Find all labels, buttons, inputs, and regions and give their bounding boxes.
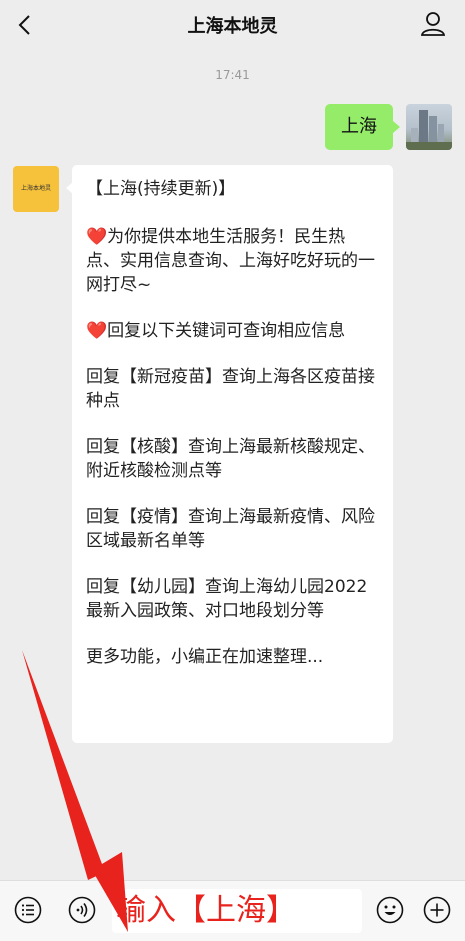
heart-icon: ❤️ xyxy=(86,321,108,341)
bot-avatar[interactable]: 上海本地灵 xyxy=(13,166,59,212)
outgoing-message[interactable]: 上海 xyxy=(325,104,393,150)
chat-title: 上海本地灵 xyxy=(187,16,278,37)
emoji-icon[interactable] xyxy=(376,896,404,924)
plus-icon[interactable] xyxy=(423,896,451,924)
message-timestamp: 17:41 xyxy=(215,68,250,82)
top-bar: 上海本地灵 xyxy=(0,0,465,52)
bottom-input-bar: 输入【上海】 xyxy=(0,880,465,941)
message-paragraph: 回复【新冠疫苗】查询上海各区疫苗接种点 xyxy=(86,367,375,411)
message-paragraph: 回复【核酸】查询上海最新核酸规定、附近核酸检测点等 xyxy=(86,437,375,481)
incoming-message[interactable]: 【上海(持续更新)】 ❤️为你提供本地生活服务！民生热点、实用信息查询、上海好吃… xyxy=(72,165,393,743)
message-paragraph: ❤️为你提供本地生活服务！民生热点、实用信息查询、上海好吃好玩的一网打尽~ xyxy=(86,227,375,295)
message-paragraph: ❤️回复以下关键词可查询相应信息 xyxy=(86,321,346,341)
outgoing-bubble-tail xyxy=(393,121,400,133)
message-paragraph: 回复【疫情】查询上海最新疫情、风险区域最新名单等 xyxy=(86,507,375,551)
voice-icon[interactable] xyxy=(68,896,96,924)
message-paragraph: 回复【幼儿园】查询上海幼儿园2022最新入园政策、对口地段划分等 xyxy=(86,577,368,621)
menu-list-icon[interactable] xyxy=(14,896,42,924)
message-paragraph: 更多功能，小编正在加速整理... xyxy=(86,647,324,667)
message-input[interactable]: 输入【上海】 xyxy=(112,889,362,933)
city-skyline-image xyxy=(406,110,452,150)
message-paragraph: 【上海(持续更新)】 xyxy=(86,179,236,199)
heart-icon: ❤️ xyxy=(86,227,108,247)
my-avatar[interactable] xyxy=(406,104,452,150)
person-icon[interactable] xyxy=(419,10,447,38)
